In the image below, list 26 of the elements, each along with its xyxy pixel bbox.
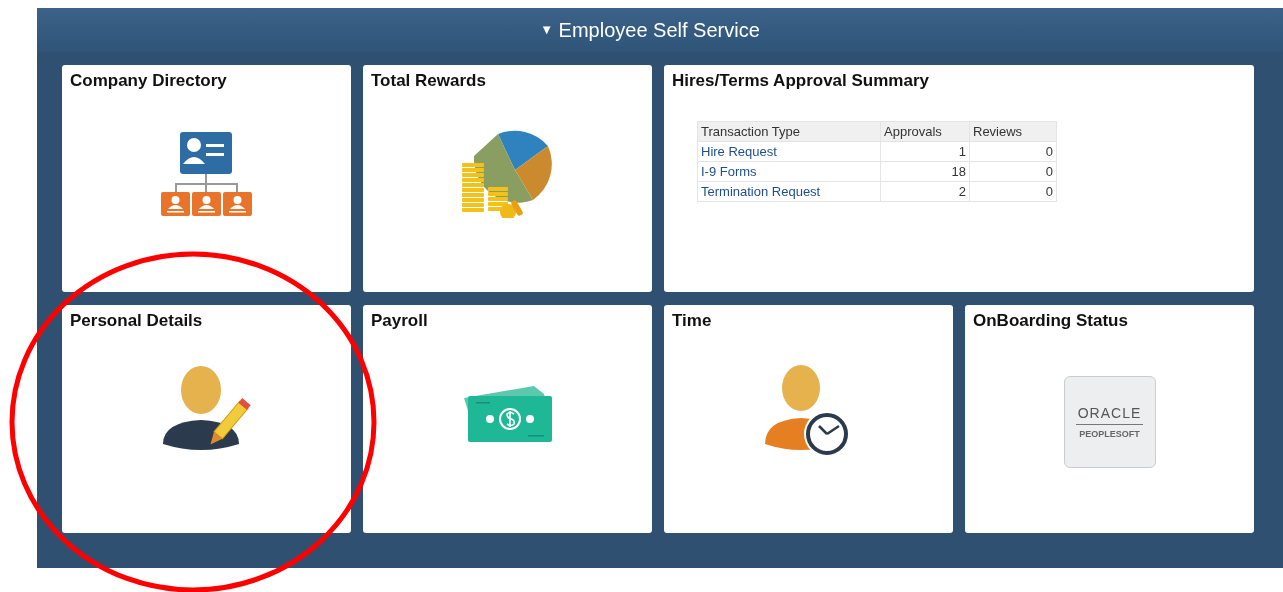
column-header: Approvals [880,121,970,142]
table-cell: 0 [1045,164,1053,179]
table-cell: 2 [958,184,966,199]
tile-title: Time [671,310,713,331]
tile[interactable]: Company Directory [62,65,351,292]
tile[interactable]: Hires/Terms Approval Summary Transaction Type Approvals Reviews Hire Request 1 0 I-9 Forms 18 0 Termination Request 2 0 [664,65,1254,292]
tile[interactable]: Total Rewards [363,65,652,292]
tile-title: Total Rewards [370,70,487,91]
tile[interactable]: Personal Details [62,305,351,533]
column-header: Transaction Type [697,121,881,142]
tile[interactable]: OnBoarding Status ORACLE PEOPLESOFT [965,305,1254,533]
logo-subtitle: PEOPLESOFT [1079,429,1140,439]
tile-title: Company Directory [69,70,228,91]
tile-title: Personal Details [69,310,204,331]
column-header: Reviews [969,121,1057,142]
tile-title: Payroll [370,310,429,331]
table-cell: 0 [1045,144,1053,159]
tile-title: Hires/Terms Approval Summary [671,70,930,91]
tile[interactable]: Payroll [363,305,652,533]
tile[interactable]: Time [664,305,953,533]
table-cell: 1 [958,144,966,159]
tile-title: OnBoarding Status [972,310,1129,331]
section-toggle[interactable]: $^{▼}$ Employee Self Service [540,18,760,42]
table-cell: 18 [951,164,966,179]
table-cell: 0 [1045,184,1053,199]
logo-wordmark: ORACLE [1075,405,1144,425]
